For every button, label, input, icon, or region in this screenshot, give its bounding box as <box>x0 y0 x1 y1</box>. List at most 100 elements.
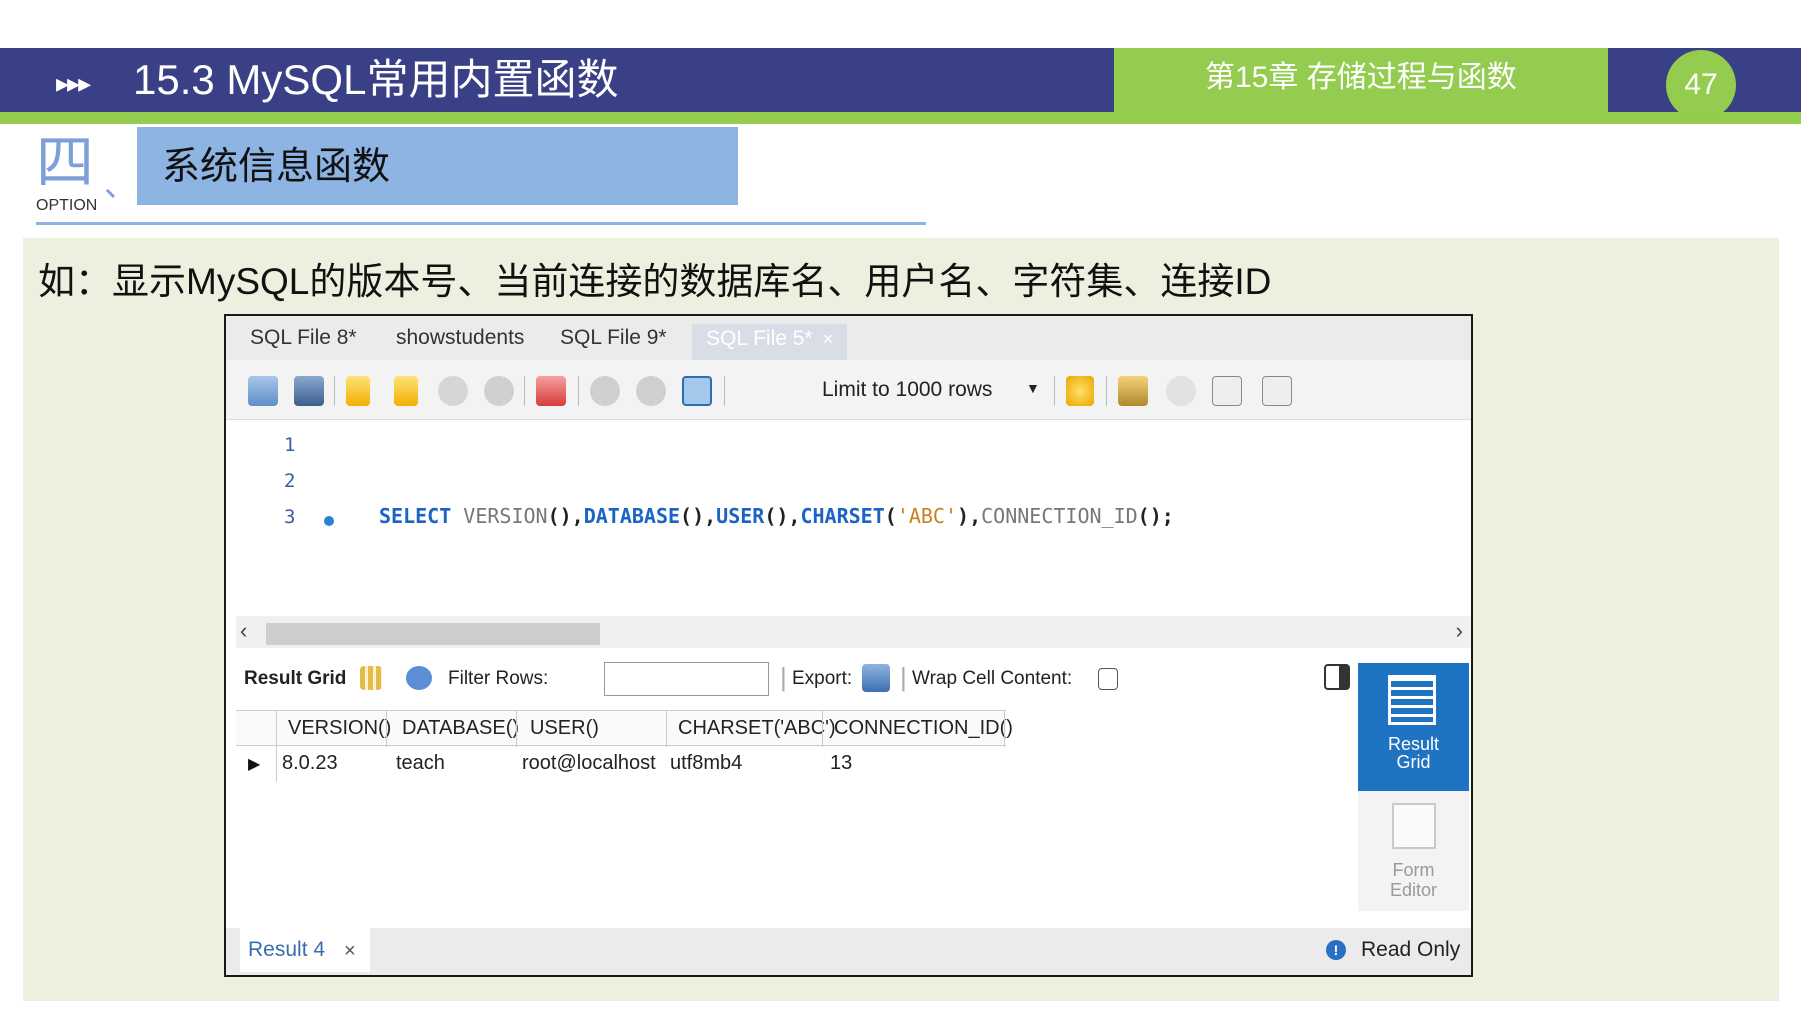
slide: ▸▸▸ 15.3 MySQL常用内置函数 第15章 存储过程与函数 47 四 、… <box>0 0 1801 1013</box>
sql-function: VERSION <box>463 504 548 528</box>
open-folder-icon[interactable] <box>248 376 278 406</box>
section-title: 系统信息函数 <box>162 146 391 188</box>
column-header[interactable]: VERSION() <box>288 717 391 740</box>
table-cell[interactable]: 13 <box>830 752 852 775</box>
invisible-chars-icon[interactable] <box>1212 376 1242 406</box>
scroll-right-icon[interactable]: › <box>1456 618 1463 644</box>
toolbar-separator: | <box>900 662 907 692</box>
sql-keyword: SELECT <box>379 504 452 528</box>
toolbar-separator <box>524 376 525 406</box>
result-grid-button[interactable]: Result Grid <box>1358 663 1469 791</box>
scroll-left-icon[interactable]: ‹ <box>240 618 247 644</box>
form-editor-icon[interactable] <box>1392 803 1436 849</box>
column-header[interactable]: CONNECTION_ID() <box>834 717 1013 740</box>
column-divider <box>666 711 667 747</box>
explain-icon[interactable] <box>438 376 468 406</box>
line-number: 2 <box>284 470 296 492</box>
tab-close-icon[interactable]: × <box>823 329 834 349</box>
scrollbar-thumb[interactable] <box>266 623 600 645</box>
toggle-error-icon[interactable] <box>536 376 566 406</box>
sql-function: CHARSET <box>800 504 885 528</box>
commit-icon[interactable] <box>590 376 620 406</box>
result-tab[interactable]: Result 4 × <box>240 928 370 972</box>
tab-sql-file-9[interactable]: SQL File 9* <box>560 326 667 350</box>
section-separator: 、 <box>104 167 137 203</box>
line-number: 3 <box>284 506 296 528</box>
header-arrows-icon: ▸▸▸ <box>56 68 91 98</box>
result-toolbar: Result Grid Filter Rows: | Export: | Wra… <box>236 658 1366 700</box>
sql-function: DATABASE <box>583 504 681 528</box>
chevron-down-icon[interactable]: ▼ <box>1026 380 1040 396</box>
current-row-icon: ▶ <box>248 756 261 773</box>
editor-tabs: SQL File 8* showstudents SQL File 9* SQL… <box>226 316 1471 360</box>
column-divider <box>822 711 823 747</box>
column-header[interactable]: USER() <box>530 717 599 740</box>
result-tab-label: Result 4 <box>248 938 326 961</box>
rollback-icon[interactable] <box>636 376 666 406</box>
statement-marker-icon <box>324 516 334 526</box>
autocommit-icon[interactable] <box>682 376 712 406</box>
section-number: 四 <box>36 128 95 196</box>
column-divider <box>386 711 387 747</box>
filter-rows-label: Filter Rows: <box>448 668 549 689</box>
table-cell[interactable]: teach <box>396 752 445 775</box>
find-icon[interactable] <box>1166 376 1196 406</box>
header-title: 15.3 MySQL常用内置函数 <box>133 56 619 103</box>
table-cell[interactable]: 8.0.23 <box>282 752 338 775</box>
form-editor-label[interactable]: Form <box>1358 861 1469 880</box>
header-underline <box>0 112 1801 124</box>
sql-editor[interactable]: 1 2 3 SELECT VERSION(),DATABASE(),USER()… <box>236 420 1471 616</box>
refresh-icon[interactable] <box>406 666 432 690</box>
table-cell[interactable]: utf8mb4 <box>670 752 742 775</box>
stop-icon[interactable] <box>484 376 514 406</box>
wrap-cell-icon[interactable] <box>1098 668 1118 690</box>
column-divider <box>516 711 517 747</box>
column-header[interactable]: DATABASE() <box>402 717 519 740</box>
tab-showstudents[interactable]: showstudents <box>396 326 524 350</box>
save-icon[interactable] <box>294 376 324 406</box>
toolbar-separator <box>578 376 579 406</box>
wrap-cell-label: Wrap Cell Content: <box>912 668 1073 689</box>
header-chapter: 第15章 存储过程与函数 <box>1205 61 1517 94</box>
tab-sql-file-5-label: SQL File 5* <box>706 327 813 350</box>
column-divider <box>1004 711 1005 747</box>
form-editor-label[interactable]: Editor <box>1358 881 1469 900</box>
status-bar: Result 4 × ! Read Only <box>226 928 1471 975</box>
workbench-window: SQL File 8* showstudents SQL File 9* SQL… <box>224 314 1473 977</box>
beautify-icon[interactable] <box>1118 376 1148 406</box>
result-grid-label: Result Grid <box>244 668 347 689</box>
table-cell[interactable]: root@localhost <box>522 752 656 775</box>
wrap-lines-icon[interactable] <box>1262 376 1292 406</box>
read-only-label: Read Only <box>1361 938 1461 961</box>
result-side-panel: Result Grid Form Editor <box>1358 663 1469 911</box>
horizontal-scrollbar[interactable]: ‹ › <box>236 616 1471 648</box>
result-grid-header: VERSION() DATABASE() USER() CHARSET('ABC… <box>236 710 1013 747</box>
export-label: Export: <box>792 668 853 689</box>
sql-string: 'ABC' <box>896 504 958 528</box>
result-grid-button-label: Grid <box>1396 752 1431 772</box>
close-icon[interactable]: × <box>344 940 356 963</box>
table-row[interactable]: ▶ 8.0.23 teach root@localhost utf8mb4 13 <box>236 746 1006 782</box>
result-grid-icon <box>1388 675 1436 725</box>
add-snippet-icon[interactable] <box>1066 376 1094 406</box>
export-icon[interactable] <box>862 664 890 692</box>
toolbar-separator <box>334 376 335 406</box>
tab-sql-file-8[interactable]: SQL File 8* <box>250 326 357 350</box>
execute-icon[interactable] <box>346 376 370 406</box>
page-number: 47 <box>1666 50 1736 120</box>
grid-layout-icon[interactable] <box>360 666 382 690</box>
sql-statement: SELECT VERSION(),DATABASE(),USER(),CHARS… <box>379 504 1174 528</box>
line-number: 1 <box>284 434 296 456</box>
tab-sql-file-5[interactable]: SQL File 5* × <box>692 324 848 360</box>
sql-toolbar: Limit to 1000 rows ▼ <box>226 360 1471 420</box>
limit-rows-select[interactable]: Limit to 1000 rows <box>822 378 992 402</box>
column-header[interactable]: CHARSET('ABC') <box>678 717 836 740</box>
sql-function: USER <box>716 504 765 528</box>
toolbar-separator <box>724 376 725 406</box>
execute-current-icon[interactable] <box>394 376 418 406</box>
filter-rows-input[interactable] <box>604 662 769 696</box>
info-icon: ! <box>1326 940 1346 960</box>
toggle-panel-icon[interactable] <box>1324 664 1350 690</box>
section-rule <box>36 222 926 225</box>
sql-function: CONNECTION_ID <box>981 504 1138 528</box>
